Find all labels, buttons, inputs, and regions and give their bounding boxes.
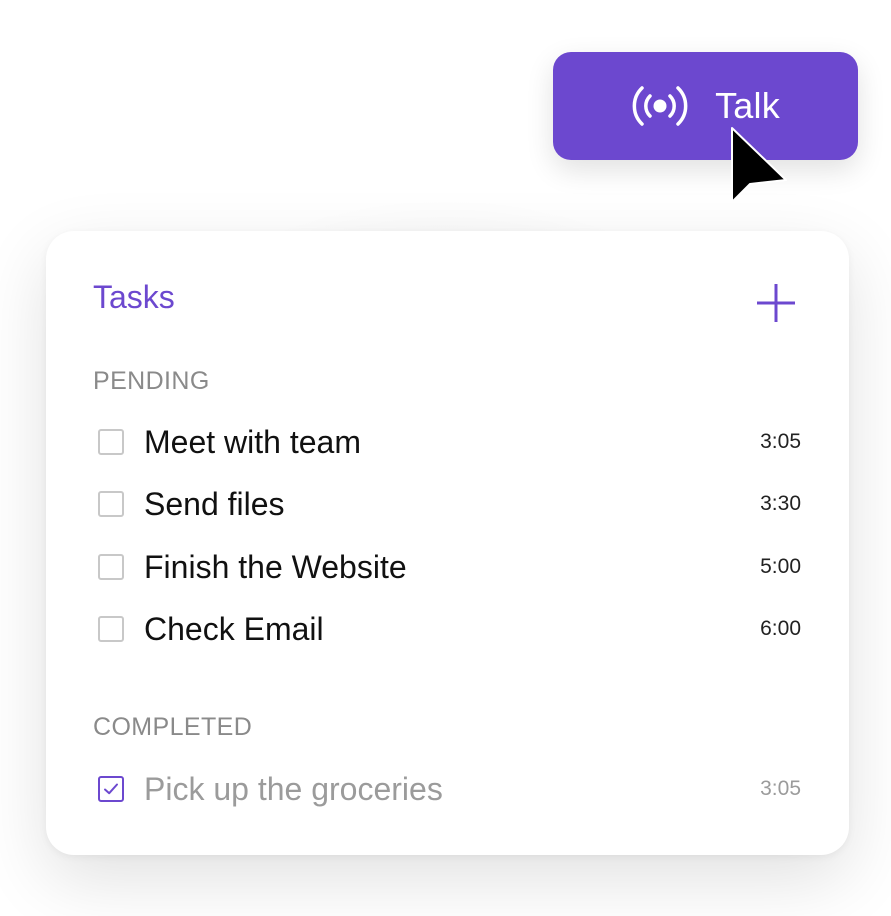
task-row[interactable]: Finish the Website 5:00 [93, 542, 801, 592]
task-checkbox[interactable] [98, 616, 124, 642]
task-time: 3:05 [760, 430, 801, 453]
task-time: 3:30 [760, 492, 801, 515]
talk-button-label: Talk [715, 85, 780, 126]
task-row[interactable]: Check Email 6:00 [93, 604, 801, 654]
mouse-pointer-icon [731, 127, 787, 203]
task-checkbox[interactable] [98, 491, 124, 517]
task-checkbox-checked[interactable] [98, 776, 124, 802]
task-checkbox[interactable] [98, 429, 124, 455]
broadcast-icon [632, 86, 688, 126]
task-text: Finish the Website [144, 548, 407, 585]
task-time: 6:00 [760, 617, 801, 640]
task-row[interactable]: Send files 3:30 [93, 479, 801, 529]
task-time: 5:00 [760, 555, 801, 578]
task-row[interactable]: Pick up the groceries 3:05 [93, 764, 801, 814]
task-text: Meet with team [144, 423, 361, 460]
card-title: Tasks [93, 279, 175, 315]
task-row[interactable]: Meet with team 3:05 [93, 417, 801, 467]
talk-button[interactable]: Talk [553, 52, 858, 160]
task-time: 3:05 [760, 777, 801, 800]
pending-section-label: PENDING [93, 367, 210, 395]
task-text: Check Email [144, 610, 324, 647]
task-text: Pick up the groceries [144, 770, 443, 807]
task-text: Send files [144, 485, 285, 522]
tasks-card: Tasks PENDING Meet with team 3:05 Send f… [46, 231, 849, 855]
add-task-button[interactable] [754, 281, 798, 325]
completed-section-label: COMPLETED [93, 713, 253, 741]
checkmark-icon [104, 783, 118, 795]
plus-icon [757, 284, 795, 322]
task-checkbox[interactable] [98, 554, 124, 580]
